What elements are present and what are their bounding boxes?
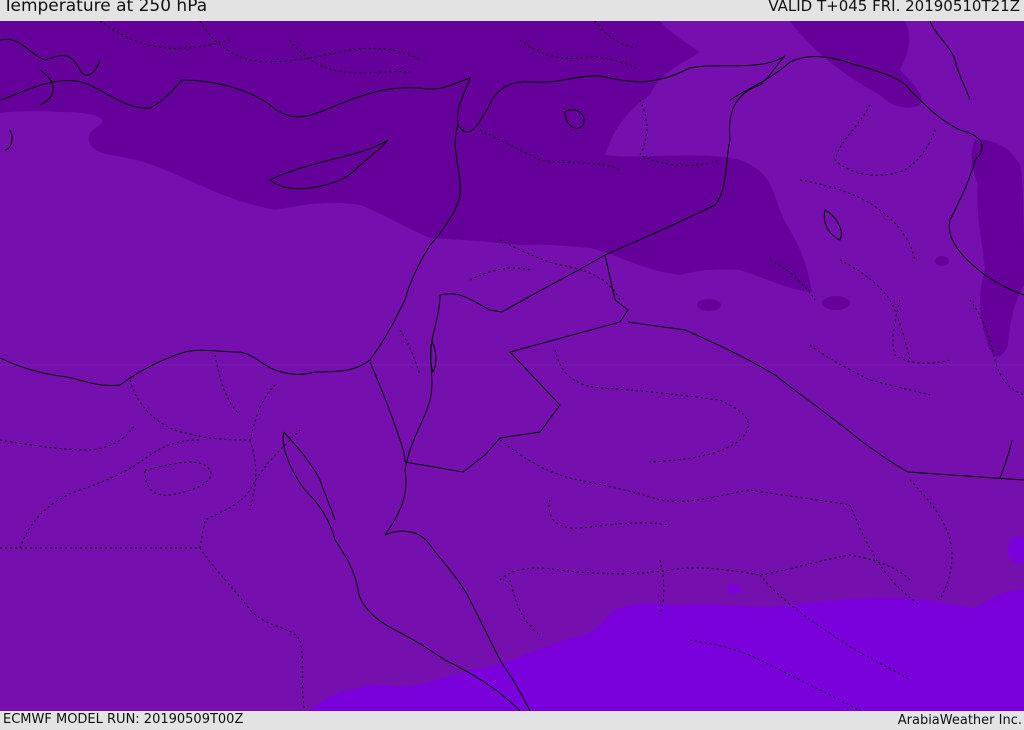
map-footer: ECMWF MODEL RUN: 20190509T00Z ArabiaWeat… (0, 711, 1024, 729)
map-canvas (0, 21, 1024, 711)
warm-cell-1 (727, 584, 741, 594)
temperature-map (0, 21, 1024, 711)
map-title: Temperature at 250 hPa (3, 0, 208, 16)
cold-cell-2 (822, 296, 850, 310)
map-header: Temperature at 250 hPa VALID T+045 FRI. … (0, 0, 1024, 21)
credit: ArabiaWeather Inc. (897, 713, 1022, 728)
model-run: ECMWF MODEL RUN: 20190509T00Z (3, 712, 244, 727)
cold-cell-3 (935, 256, 949, 266)
valid-time: VALID T+045 FRI. 20190510T21Z (768, 0, 1020, 15)
cold-cell-1 (697, 299, 721, 311)
